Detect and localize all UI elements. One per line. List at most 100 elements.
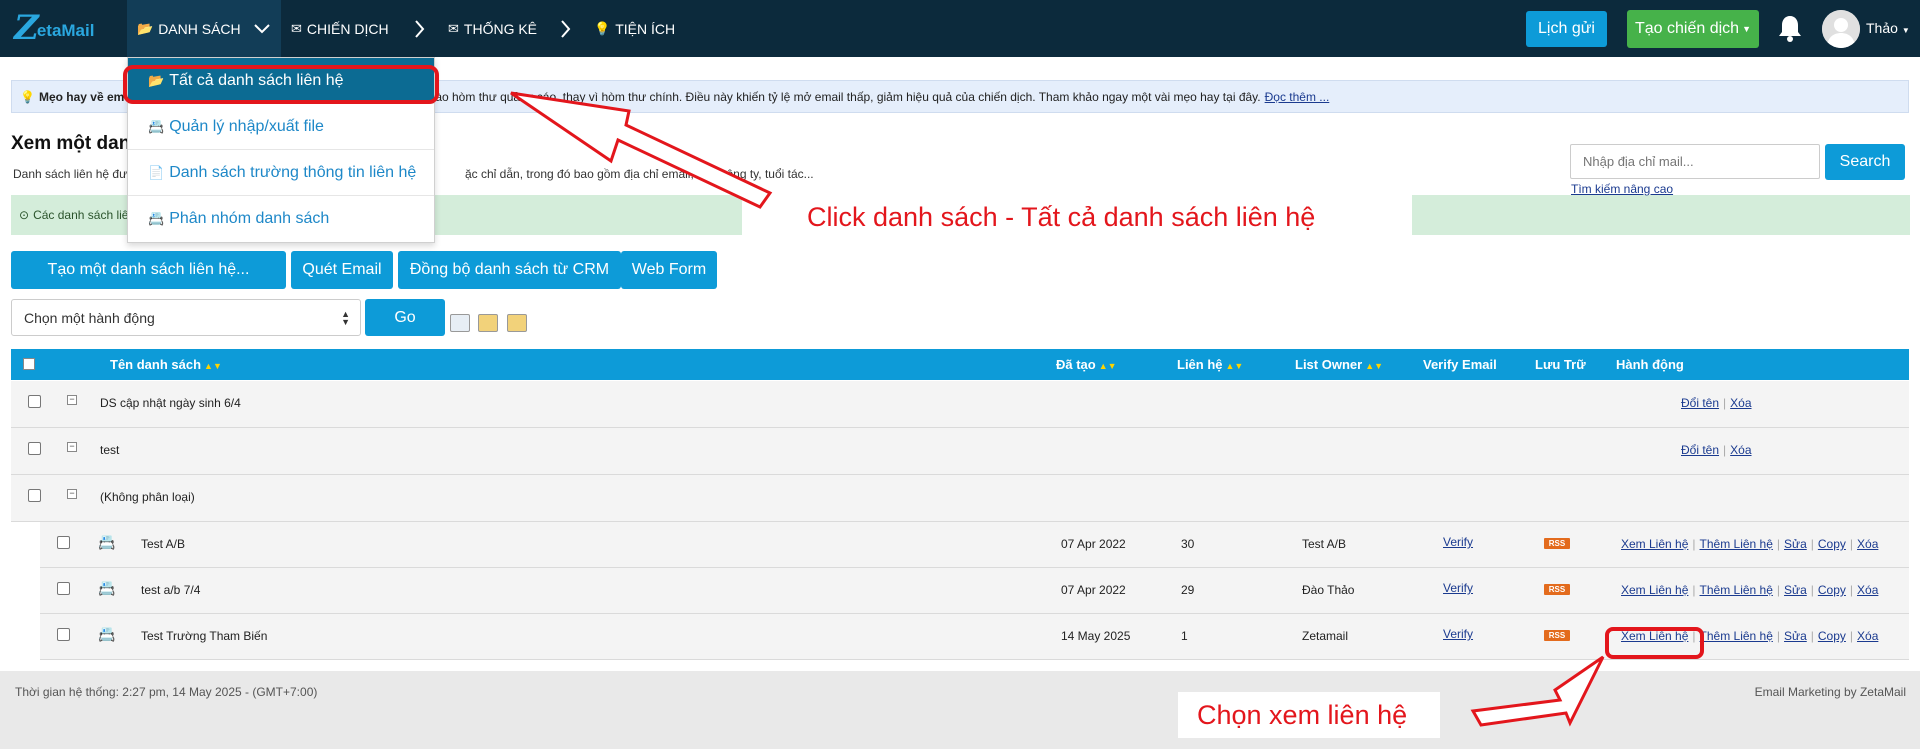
- go-button[interactable]: Go: [365, 299, 445, 336]
- segment-icon: 📇: [148, 211, 165, 226]
- delete-link[interactable]: Xóa: [1730, 443, 1751, 457]
- edit-link[interactable]: Sửa: [1784, 583, 1807, 597]
- caret-down-icon: ▼: [1742, 24, 1751, 34]
- chevron-down-icon[interactable]: [250, 0, 274, 57]
- row-checkbox[interactable]: [28, 442, 41, 455]
- table-header: Tên danh sách ▲▼ Đã tạo ▲▼ Liên hệ ▲▼ List …: [11, 349, 1909, 380]
- search-button[interactable]: Search: [1825, 144, 1905, 180]
- col-name[interactable]: Tên danh sách ▲▼: [110, 357, 222, 372]
- document-icon: 📄: [148, 164, 165, 180]
- copy-link[interactable]: Copy: [1818, 629, 1846, 643]
- row-checkbox[interactable]: [28, 395, 41, 408]
- check-circle-icon: ⊙: [19, 208, 30, 222]
- menu-item-segments[interactable]: 📇 Phân nhóm danh sách: [128, 196, 434, 242]
- rename-link[interactable]: Đổi tên: [1681, 396, 1719, 410]
- menu-item-contact-fields[interactable]: 📄 Danh sách trường thông tin liên hệ: [128, 150, 434, 196]
- scan-email-button[interactable]: Quét Email: [291, 251, 393, 289]
- email-search-input[interactable]: [1570, 144, 1820, 179]
- row-checkbox[interactable]: [57, 582, 70, 595]
- list-row: 📇 Test A/B 07 Apr 2022 30 Test A/B Verif…: [40, 522, 1909, 568]
- list-folder-icon: 📂: [137, 20, 154, 36]
- list-row: 📇 test a/b 7/4 07 Apr 2022 29 Đào Thảo V…: [40, 568, 1909, 614]
- sort-icon: ▲▼: [204, 361, 222, 371]
- delete-link[interactable]: Xóa: [1857, 629, 1878, 643]
- copy-link[interactable]: Copy: [1818, 537, 1846, 551]
- mail-icon: ✉: [448, 20, 459, 36]
- col-contacts[interactable]: Liên hệ ▲▼: [1177, 357, 1243, 372]
- list-row: 📇 Test Trường Tham Biến 14 May 2025 1 Ze…: [40, 614, 1909, 660]
- nav-thong-ke[interactable]: ✉ THỐNG KÊ: [448, 0, 537, 57]
- collapse-icon[interactable]: −: [67, 395, 77, 405]
- create-list-button[interactable]: Tạo một danh sách liên hệ...: [11, 251, 286, 289]
- verify-link[interactable]: Verify: [1443, 581, 1473, 595]
- contact-list-icon: 📇: [98, 580, 116, 596]
- col-owner[interactable]: List Owner ▲▼: [1295, 357, 1383, 372]
- edit-link[interactable]: Sửa: [1784, 537, 1807, 551]
- mail-icon: ✉: [291, 20, 302, 36]
- avatar[interactable]: [1822, 10, 1860, 48]
- import-icon: 📇: [148, 118, 165, 134]
- bell-icon[interactable]: [1777, 14, 1803, 42]
- view-contacts-link[interactable]: Xem Liên hệ: [1621, 629, 1688, 643]
- view-contacts-link[interactable]: Xem Liên hệ: [1621, 583, 1688, 597]
- delete-link[interactable]: Xóa: [1730, 396, 1751, 410]
- sort-icon: ▲▼: [1225, 361, 1244, 371]
- contact-list-icon: 📇: [98, 626, 116, 642]
- chevron-right-icon[interactable]: [553, 0, 577, 57]
- add-contacts-link[interactable]: Thêm Liên hệ: [1700, 537, 1773, 551]
- footer: Thời gian hệ thống: 2:27 pm, 14 May 2025…: [0, 671, 1920, 749]
- page-title: Xem một dan: [11, 133, 131, 154]
- annotation-choose-view: Chọn xem liên hệ: [1197, 700, 1408, 730]
- sync-crm-button[interactable]: Đồng bộ danh sách từ CRM: [398, 251, 621, 289]
- add-contacts-link[interactable]: Thêm Liên hệ: [1700, 583, 1773, 597]
- rss-icon[interactable]: RSS: [1544, 538, 1570, 549]
- lightbulb-icon: 💡: [594, 20, 611, 36]
- view-contacts-link[interactable]: Xem Liên hệ: [1621, 537, 1688, 551]
- row-checkbox[interactable]: [28, 489, 41, 502]
- collapse-icon[interactable]: −: [67, 442, 77, 452]
- delete-link[interactable]: Xóa: [1857, 583, 1878, 597]
- schedule-button[interactable]: Lịch gửi: [1526, 11, 1607, 47]
- web-form-button[interactable]: Web Form: [621, 251, 717, 289]
- folder-icon: 📂: [148, 72, 165, 88]
- rss-icon[interactable]: RSS: [1544, 584, 1570, 595]
- table-row: − test Đổi tên | Xóa: [11, 428, 1909, 475]
- bulk-action-select[interactable]: Chọn một hành động ▲ ▼: [11, 299, 361, 336]
- collapse-icon[interactable]: −: [67, 489, 77, 499]
- add-contacts-link[interactable]: Thêm Liên hệ: [1700, 629, 1773, 643]
- lightbulb-icon: 💡: [20, 89, 35, 104]
- rss-icon[interactable]: RSS: [1544, 630, 1570, 641]
- create-campaign-button[interactable]: Tạo chiến dịch ▼: [1627, 10, 1759, 48]
- row-checkbox[interactable]: [57, 628, 70, 641]
- menu-item-all-lists[interactable]: 📂 Tất cả danh sách liên hệ: [128, 58, 434, 104]
- folder-view-icon[interactable]: [478, 314, 498, 332]
- footer-brand: Email Marketing by ZetaMail: [1754, 685, 1906, 699]
- user-menu[interactable]: Thảo ▼: [1866, 20, 1910, 36]
- select-all-checkbox[interactable]: [23, 358, 35, 370]
- edit-link[interactable]: Sửa: [1784, 629, 1807, 643]
- copy-link[interactable]: Copy: [1818, 583, 1846, 597]
- table-row: − (Không phân loại): [11, 475, 1909, 522]
- verify-link[interactable]: Verify: [1443, 535, 1473, 549]
- info-box-right: [1412, 195, 1910, 235]
- delete-link[interactable]: Xóa: [1857, 537, 1878, 551]
- nav-tien-ich[interactable]: 💡 TIỆN ÍCH: [594, 0, 675, 57]
- table-row: − DS cập nhật ngày sinh 6/4 Đổi tên | Xóa: [11, 381, 1909, 428]
- rename-link[interactable]: Đổi tên: [1681, 443, 1719, 457]
- zetamail-logo[interactable]: ZetaMail: [14, 10, 94, 46]
- list-view-icon[interactable]: [450, 314, 470, 332]
- danh-sach-dropdown: 📂 Tất cả danh sách liên hệ 📇 Quản lý nhậ…: [127, 57, 435, 243]
- add-folder-icon[interactable]: [507, 314, 527, 332]
- chevron-right-icon[interactable]: [407, 0, 431, 57]
- sort-icon: ▲▼: [1098, 361, 1117, 371]
- row-checkbox[interactable]: [57, 536, 70, 549]
- nav-chien-dich[interactable]: ✉ CHIẾN DỊCH: [291, 0, 389, 57]
- verify-link[interactable]: Verify: [1443, 627, 1473, 641]
- menu-item-import-export[interactable]: 📇 Quản lý nhập/xuất file: [128, 104, 434, 150]
- top-navbar: ZetaMail 📂 DANH SÁCH ✉ CHIẾN DỊCH ✉ THỐN…: [0, 0, 1920, 57]
- advanced-search-link[interactable]: Tìm kiếm nâng cao: [1571, 182, 1673, 196]
- read-more-link[interactable]: Đọc thêm ...: [1265, 90, 1330, 104]
- col-created[interactable]: Đã tạo ▲▼: [1056, 357, 1117, 372]
- col-archive: Lưu Trữ: [1535, 357, 1586, 372]
- contact-list-icon: 📇: [98, 534, 116, 550]
